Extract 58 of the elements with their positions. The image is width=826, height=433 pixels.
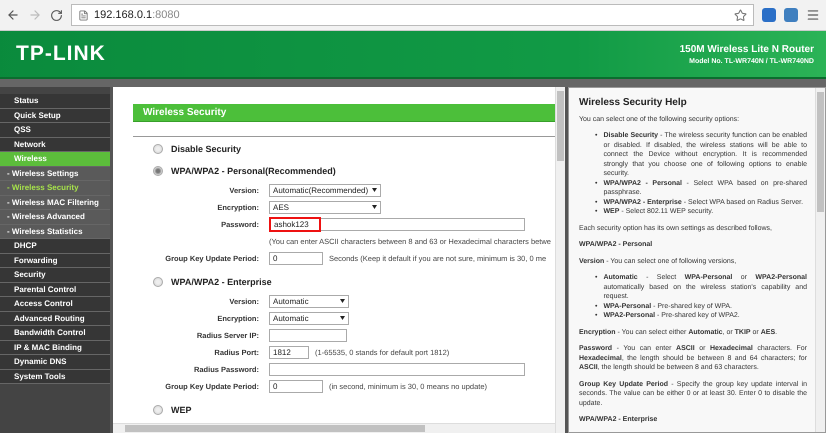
menu-icon[interactable]	[806, 8, 820, 22]
radio-button[interactable]	[153, 277, 163, 287]
option-label: WPA/WPA2 - Personal(Recommended)	[171, 166, 336, 176]
radio-button[interactable]	[153, 166, 163, 176]
reload-icon[interactable]	[50, 8, 63, 22]
option-label: WEP	[171, 405, 192, 415]
sidebar-menu-item[interactable]: Dynamic DNS	[0, 355, 110, 370]
dropdown-select[interactable]: AES	[269, 200, 381, 214]
radio-button[interactable]	[153, 405, 163, 415]
vertical-scrollbar[interactable]	[555, 87, 565, 433]
dropdown-caret-icon	[340, 316, 345, 320]
horizontal-scrollbar[interactable]	[113, 423, 555, 433]
highlight-frame: ashok123	[269, 216, 321, 232]
vertical-scrollbar[interactable]	[815, 88, 825, 432]
help-title: Wireless Security Help	[579, 98, 688, 108]
section-title: Wireless Security	[133, 104, 555, 122]
text-input[interactable]: 0	[269, 380, 323, 392]
sidebar-menu-item[interactable]: Bandwidth Control	[0, 326, 110, 340]
sidebar-menu-item[interactable]: Quick Setup	[0, 108, 110, 123]
option-label: Disable Security	[171, 144, 242, 154]
dropdown-select[interactable]: Automatic	[269, 312, 349, 324]
sidebar-submenu-item[interactable]: - Wireless MAC Filtering	[0, 196, 110, 210]
sidebar-menu-item[interactable]: Advanced Routing	[0, 312, 110, 326]
dropdown-select[interactable]: Automatic	[269, 294, 349, 308]
extension-icon[interactable]	[784, 8, 798, 22]
dropdown-caret-icon	[372, 188, 377, 192]
sidebar-submenu-item[interactable]: - Wireless Security	[0, 181, 110, 196]
sidebar-submenu-item[interactable]: - Wireless Settings	[0, 166, 110, 181]
text-input[interactable]: ashok123	[269, 218, 525, 230]
bookmark-star-icon[interactable]	[734, 8, 747, 22]
forward-icon[interactable]	[28, 8, 42, 22]
radio-button[interactable]	[153, 144, 163, 154]
text-input[interactable]	[269, 328, 347, 342]
sidebar-menu-item[interactable]: IP & MAC Binding	[0, 340, 110, 355]
text-input[interactable]: 0	[269, 252, 323, 264]
sidebar-menu-item[interactable]: Status	[0, 94, 110, 108]
sidebar-submenu-item[interactable]: - Wireless Statistics	[0, 224, 110, 239]
page-icon	[78, 10, 89, 20]
sidebar-menu-item[interactable]: DHCP	[0, 239, 110, 254]
product-name: 150M Wireless Lite N Router	[680, 44, 814, 54]
text-input[interactable]: 1812	[269, 346, 309, 358]
sidebar-menu-item[interactable]: Network	[0, 138, 110, 152]
sidebar-menu-item[interactable]: Parental Control	[0, 282, 110, 297]
dropdown-caret-icon	[340, 299, 345, 303]
sidebar-menu-item[interactable]: QSS	[0, 123, 110, 138]
sidebar-menu-item[interactable]: System Tools	[0, 370, 110, 384]
option-label: WPA/WPA2 - Enterprise	[171, 277, 272, 287]
extension-icon[interactable]	[762, 8, 776, 22]
sidebar-submenu-item[interactable]: - Wireless Advanced	[0, 210, 110, 224]
sidebar-menu-item[interactable]: Access Control	[0, 297, 110, 312]
brand-logo: TP-LINK	[16, 42, 106, 66]
dropdown-select[interactable]: Automatic(Recommended)	[269, 184, 381, 196]
dropdown-caret-icon	[372, 205, 377, 209]
sidebar-menu-item[interactable]: Security	[0, 268, 110, 282]
text-input[interactable]	[269, 362, 525, 376]
sidebar-menu-item[interactable]: Forwarding	[0, 254, 110, 268]
back-icon[interactable]	[6, 8, 20, 22]
address-bar[interactable]: 192.168.0.1:8080	[71, 4, 754, 26]
